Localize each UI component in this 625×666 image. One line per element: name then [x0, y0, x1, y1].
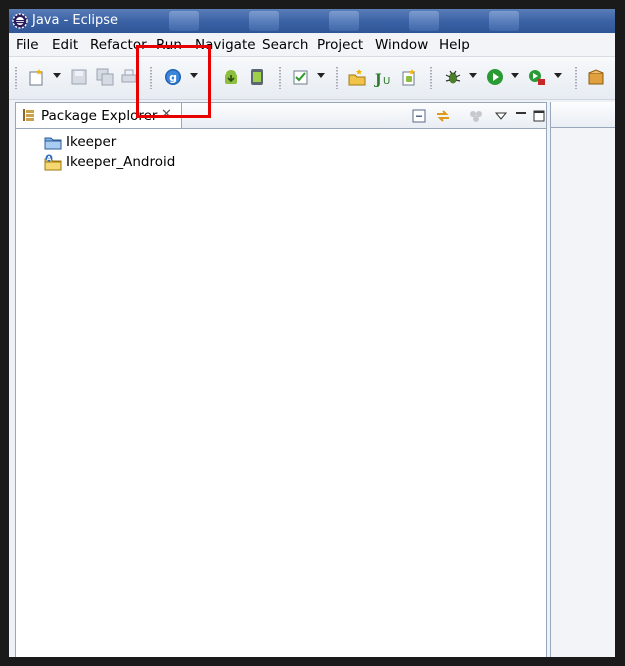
taskbar-shadow	[249, 11, 279, 31]
menu-search[interactable]: Search	[262, 37, 308, 53]
taskbar-shadow	[489, 11, 519, 31]
menu-bar: File Edit Refactor Run Navigate Search P…	[9, 34, 615, 57]
toolbar-separator	[430, 67, 432, 89]
android-sdk-manager-icon[interactable]	[221, 67, 241, 87]
open-type-icon[interactable]	[347, 67, 367, 87]
menu-help[interactable]: Help	[439, 37, 470, 53]
chevron-down-icon[interactable]	[554, 73, 562, 78]
taskbar-shadow	[409, 11, 439, 31]
eclipse-window: Java - Eclipse File Edit Refactor Run Na…	[9, 9, 615, 657]
menu-file[interactable]: File	[16, 37, 39, 53]
toolbar-separator	[279, 67, 281, 89]
chevron-down-icon[interactable]	[317, 73, 325, 78]
new-wizard-icon[interactable]	[27, 67, 47, 87]
title-bar: Java - Eclipse	[9, 9, 615, 33]
android-avd-manager-icon[interactable]	[247, 67, 267, 87]
svg-text:J: J	[373, 72, 382, 87]
toolbar-separator	[15, 67, 17, 89]
view-menu-icon[interactable]	[493, 108, 509, 124]
filter-icon[interactable]	[468, 108, 484, 124]
checkbox-task-icon[interactable]	[291, 67, 311, 87]
view-tab-bar: Package Explorer ✕	[16, 103, 546, 129]
menu-project[interactable]: Project	[317, 37, 363, 53]
run-icon[interactable]	[485, 67, 505, 87]
external-tools-icon[interactable]	[527, 67, 547, 87]
package-explorer-view: Package Explorer ✕ Ikeeper A Ikeeper_And…	[15, 102, 547, 657]
taskbar-shadow	[169, 11, 199, 31]
java-project-folder-icon	[44, 133, 62, 151]
window-title: Java - Eclipse	[32, 13, 119, 28]
highlight-box	[136, 45, 211, 118]
collapse-all-icon[interactable]	[411, 108, 427, 124]
main-toolbar: g JU	[9, 57, 615, 100]
package-explorer-icon	[22, 108, 36, 122]
save-icon[interactable]	[69, 67, 89, 87]
menu-edit[interactable]: Edit	[52, 37, 78, 53]
eclipse-logo-icon	[11, 12, 29, 30]
svg-text:A: A	[47, 156, 52, 163]
new-android-project-icon[interactable]	[399, 67, 419, 87]
maximize-icon[interactable]	[531, 108, 547, 124]
chevron-down-icon[interactable]	[469, 73, 477, 78]
package-icon[interactable]	[586, 67, 606, 87]
project-name: Ikeeper_Android	[66, 154, 176, 170]
new-junit-icon[interactable]: JU	[373, 67, 393, 87]
taskbar-shadow	[329, 11, 359, 31]
svg-text:U: U	[383, 76, 390, 87]
minimize-icon[interactable]	[513, 108, 529, 124]
chevron-down-icon[interactable]	[53, 73, 61, 78]
toolbar-separator	[575, 67, 577, 89]
project-name: Ikeeper	[66, 134, 117, 150]
chevron-down-icon[interactable]	[511, 73, 519, 78]
editor-area	[550, 102, 615, 657]
menu-window[interactable]: Window	[375, 37, 428, 53]
toolbar-separator	[336, 67, 338, 89]
link-with-editor-icon[interactable]	[435, 108, 451, 124]
debug-icon[interactable]	[443, 67, 463, 87]
android-project-folder-icon: A	[44, 153, 62, 171]
editor-tab-bar	[551, 102, 615, 128]
save-all-icon[interactable]	[95, 67, 115, 87]
